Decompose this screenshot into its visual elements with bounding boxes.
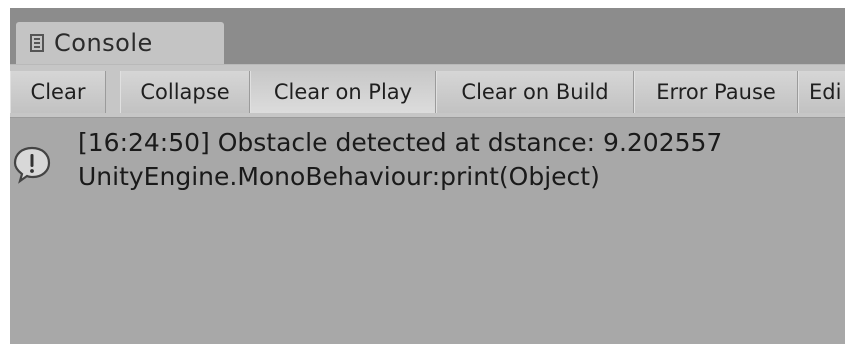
- console-window: Console Clear Collapse Clear on Play Cle…: [10, 8, 845, 344]
- info-speech-bubble-icon: [13, 146, 51, 184]
- log-message: [16:24:50] Obstacle detected at dstance:…: [78, 128, 723, 157]
- error-pause-button[interactable]: Error Pause: [634, 71, 798, 113]
- clear-on-build-button[interactable]: Clear on Build: [436, 71, 634, 113]
- console-doc-icon: [30, 34, 44, 52]
- editor-button[interactable]: Edi: [798, 71, 845, 113]
- tab-console-label: Console: [54, 29, 153, 57]
- log-list[interactable]: [16:24:50] Obstacle detected at dstance:…: [10, 118, 845, 344]
- log-stack-trace: UnityEngine.MonoBehaviour:print(Object): [78, 162, 600, 191]
- tab-strip: Console: [10, 8, 845, 64]
- tab-console[interactable]: Console: [16, 22, 224, 64]
- collapse-button[interactable]: Collapse: [120, 71, 250, 113]
- log-entry[interactable]: [16:24:50] Obstacle detected at dstance:…: [10, 122, 845, 202]
- console-toolbar: Clear Collapse Clear on Play Clear on Bu…: [10, 64, 845, 118]
- clear-button[interactable]: Clear: [10, 71, 106, 113]
- clear-on-play-button[interactable]: Clear on Play: [250, 71, 436, 113]
